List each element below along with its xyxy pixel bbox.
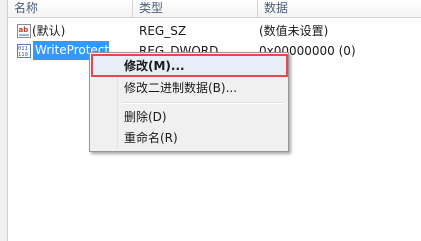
column-header-type[interactable]: 类型: [133, 0, 258, 17]
menu-item-delete[interactable]: 删除(D): [92, 107, 286, 127]
table-row[interactable]: ab (默认) REG_SZ (数值未设置): [8, 21, 421, 41]
svg-text:ab: ab: [19, 26, 29, 34]
value-type: REG_SZ: [139, 24, 187, 38]
left-pane-edge: [0, 0, 8, 241]
highlight-box: [91, 54, 288, 77]
value-data: (数值未设置): [259, 24, 329, 38]
value-name: (默认): [32, 24, 66, 38]
list-header: 名称 类型 数据: [8, 0, 421, 18]
menu-item-rename[interactable]: 重命名(R): [92, 128, 286, 148]
string-value-icon: ab: [17, 24, 31, 38]
menu-separator: [122, 102, 284, 104]
binary-value-icon: 011 110: [17, 44, 31, 58]
svg-text:110: 110: [18, 52, 28, 58]
menu-item-modify-binary[interactable]: 修改二进制数据(B)...: [92, 78, 286, 98]
column-header-data[interactable]: 数据: [258, 0, 421, 17]
column-header-name[interactable]: 名称: [8, 0, 133, 17]
